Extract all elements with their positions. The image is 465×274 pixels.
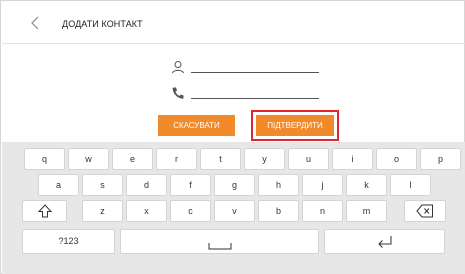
key-n[interactable]: n — [302, 200, 343, 222]
key-m[interactable]: m — [346, 200, 387, 222]
enter-return-icon — [377, 236, 391, 248]
key-p[interactable]: p — [420, 148, 461, 170]
backspace-icon — [416, 204, 433, 218]
key-a[interactable]: a — [38, 174, 79, 196]
key-v[interactable]: v — [214, 200, 255, 222]
key-g[interactable]: g — [214, 174, 255, 196]
enter-key[interactable] — [324, 229, 445, 254]
space-bar-icon — [208, 243, 231, 250]
shift-arrow-icon — [37, 204, 52, 218]
numbers-key[interactable]: ?123 — [22, 229, 115, 254]
key-o[interactable]: o — [376, 148, 417, 170]
key-l[interactable]: l — [390, 174, 431, 196]
key-s[interactable]: s — [82, 174, 123, 196]
key-b[interactable]: b — [258, 200, 299, 222]
name-field[interactable] — [167, 60, 322, 76]
key-w[interactable]: w — [68, 148, 109, 170]
person-icon — [171, 60, 185, 74]
key-f[interactable]: f — [170, 174, 211, 196]
key-d[interactable]: d — [126, 174, 167, 196]
key-z[interactable]: z — [82, 200, 123, 222]
key-u[interactable]: u — [288, 148, 329, 170]
on-screen-keyboard: q w e r t y u i o p a s d f g h j k l z … — [2, 142, 465, 274]
screen: ДОДАТИ КОНТАКТ СКАСУВАТИ ПІДТВЕРДИТИ q w… — [0, 0, 465, 274]
back-chevron-icon[interactable] — [28, 15, 44, 31]
key-x[interactable]: x — [126, 200, 167, 222]
key-j[interactable]: j — [302, 174, 343, 196]
shift-key[interactable] — [22, 200, 67, 222]
key-q[interactable]: q — [24, 148, 65, 170]
phone-icon — [171, 86, 185, 100]
confirm-button[interactable]: ПІДТВЕРДИТИ — [256, 115, 334, 136]
key-h[interactable]: h — [258, 174, 299, 196]
key-e[interactable]: e — [112, 148, 153, 170]
key-r[interactable]: r — [156, 148, 197, 170]
name-input-underline — [191, 72, 319, 73]
phone-input-underline — [191, 98, 319, 99]
phone-field[interactable] — [167, 86, 322, 102]
key-k[interactable]: k — [346, 174, 387, 196]
key-c[interactable]: c — [170, 200, 211, 222]
page-title: ДОДАТИ КОНТАКТ — [62, 19, 143, 29]
key-y[interactable]: y — [244, 148, 285, 170]
header: ДОДАТИ КОНТАКТ — [2, 2, 465, 44]
key-t[interactable]: t — [200, 148, 241, 170]
backspace-key[interactable] — [404, 200, 446, 222]
space-key[interactable] — [120, 229, 319, 254]
key-i[interactable]: i — [332, 148, 373, 170]
cancel-button[interactable]: СКАСУВАТИ — [158, 115, 235, 136]
